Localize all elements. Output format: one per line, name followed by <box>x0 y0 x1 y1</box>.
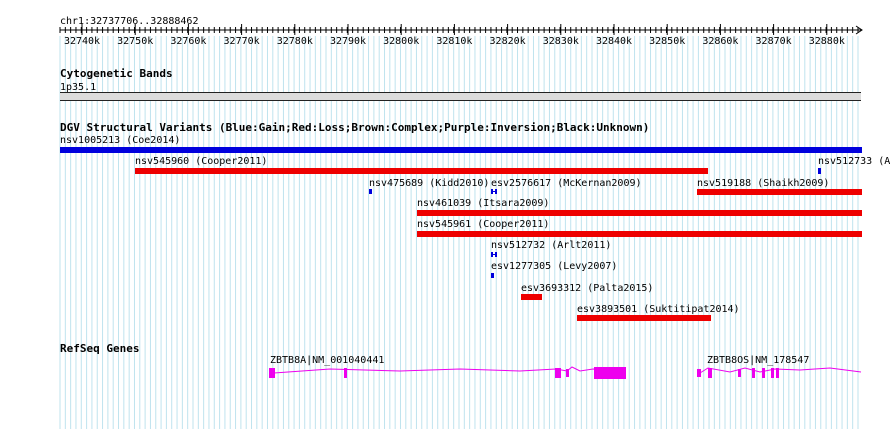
ruler-tick-label: 32740k <box>64 36 100 47</box>
gene-exon-zbtb8os[interactable] <box>776 368 779 378</box>
dgv-feature-label[interactable]: nsv461039 (Itsara2009) <box>417 198 549 209</box>
gene-exon-zbtb8os[interactable] <box>697 369 701 377</box>
gene-exon-zbtb8a[interactable] <box>269 368 275 378</box>
dgv-feature-label[interactable]: nsv519188 (Shaikh2009) <box>697 178 829 189</box>
ruler-tick-label: 32750k <box>117 36 153 47</box>
ruler-tick-label: 32780k <box>277 36 313 47</box>
dgv-feature-bar[interactable] <box>135 168 708 174</box>
dgv-feature-bar[interactable] <box>417 210 862 216</box>
cytoband-track-title: Cytogenetic Bands <box>60 67 173 80</box>
dgv-feature-bar[interactable] <box>417 231 862 237</box>
gene-exon-zbtb8os[interactable] <box>752 368 755 378</box>
refseq-track-title: RefSeq Genes <box>60 342 140 355</box>
dgv-feature-label[interactable]: esv1277305 (Levy2007) <box>491 261 617 272</box>
ruler-tick-label: 32820k <box>490 36 526 47</box>
gene-exon-zbtb8os[interactable] <box>708 368 712 378</box>
dgv-feature-label[interactable]: esv2576617 (McKernan2009) <box>491 178 642 189</box>
genome-browser-view: chr1:32737706..32888462 32740k 32750k 3276… <box>0 0 890 429</box>
dgv-feature-bar[interactable] <box>818 168 821 174</box>
cytoband-ideogram[interactable] <box>60 92 861 101</box>
dgv-feature-bar[interactable] <box>521 294 542 300</box>
gene-intron-zbtb8os[interactable] <box>699 367 862 374</box>
dgv-feature-label[interactable]: nsv475689 (Kidd2010) <box>369 178 489 189</box>
gene-exon-zbtb8os[interactable] <box>771 368 774 378</box>
dgv-feature-label[interactable]: esv3693312 (Palta2015) <box>521 283 653 294</box>
dgv-feature-glyph[interactable] <box>491 189 499 195</box>
dgv-feature-label[interactable]: nsv545960 (Cooper2011) <box>135 156 267 167</box>
ruler-tick-label: 32810k <box>436 36 472 47</box>
gene-exon-zbtb8os[interactable] <box>738 369 741 377</box>
ruler-tick-label: 32840k <box>596 36 632 47</box>
dgv-feature-bar[interactable] <box>697 189 862 195</box>
dgv-feature-bar[interactable] <box>60 147 862 153</box>
dgv-feature-label[interactable]: nsv512733 (A <box>818 156 890 167</box>
gene-exon-zbtb8os[interactable] <box>762 368 765 378</box>
gene-exon-zbtb8a[interactable] <box>344 368 347 378</box>
dgv-feature-glyph[interactable] <box>491 252 499 258</box>
dgv-track-title: DGV Structural Variants (Blue:Gain;Red:L… <box>60 121 650 134</box>
dgv-feature-label[interactable]: nsv1005213 (Coe2014) <box>60 135 180 146</box>
ruler-tick-label: 32850k <box>649 36 685 47</box>
refseq-genes-glyphs <box>269 366 862 379</box>
dgv-feature-label[interactable]: nsv545961 (Cooper2011) <box>417 219 549 230</box>
ruler-tick-label: 32790k <box>330 36 366 47</box>
ruler-tick-label: 32830k <box>543 36 579 47</box>
ruler-tick-label: 32760k <box>170 36 206 47</box>
gene-exon-zbtb8a[interactable] <box>594 367 626 379</box>
ruler-tick-label: 32800k <box>383 36 419 47</box>
ruler-tick-label: 32860k <box>702 36 738 47</box>
gene-exon-zbtb8a[interactable] <box>566 369 569 377</box>
ruler-tick-label: 32770k <box>224 36 260 47</box>
dgv-feature-bar[interactable] <box>491 273 494 278</box>
ruler-tick-label: 32870k <box>756 36 792 47</box>
dgv-feature-label[interactable]: esv3893501 (Suktitipat2014) <box>577 304 740 315</box>
dgv-feature-label[interactable]: nsv512732 (Arlt2011) <box>491 240 611 251</box>
dgv-feature-bar[interactable] <box>369 189 372 194</box>
ruler-tick-label: 32880k <box>809 36 845 47</box>
gene-intron-zbtb8a[interactable] <box>273 366 627 374</box>
gene-exon-zbtb8a[interactable] <box>555 368 561 378</box>
dgv-feature-bar[interactable] <box>577 315 711 321</box>
